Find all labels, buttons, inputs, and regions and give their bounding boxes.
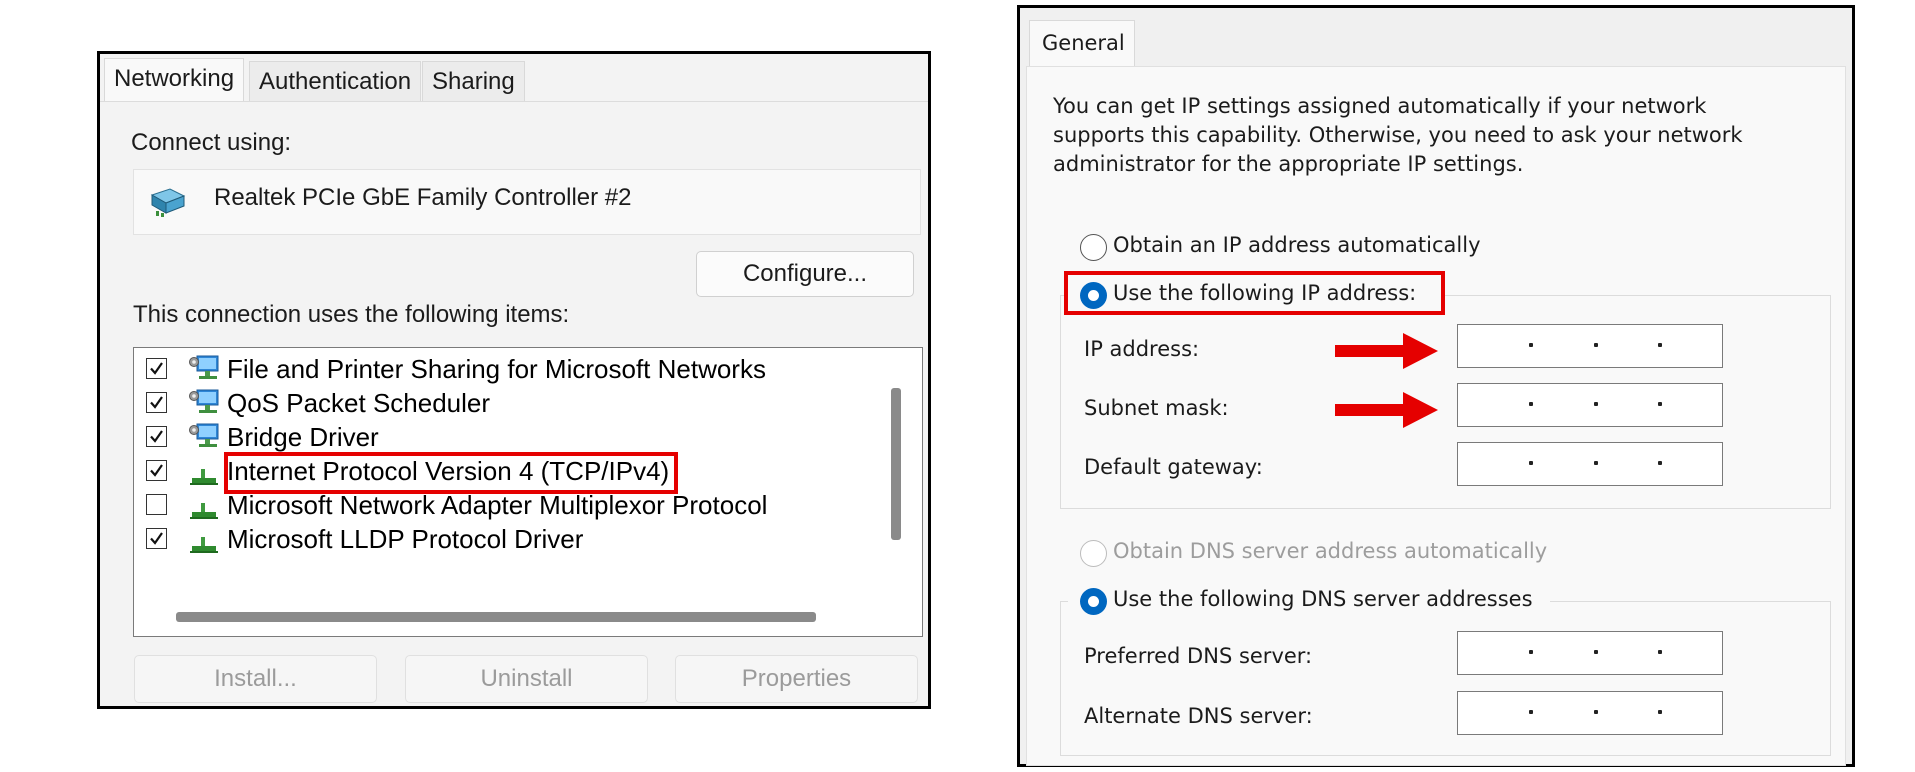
default-gateway-label: Default gateway: [1084, 455, 1263, 479]
item-label: Microsoft LLDP Protocol Driver [227, 524, 584, 554]
properties-button[interactable]: Properties [675, 655, 918, 703]
use-following-dns-label[interactable]: Use the following DNS server addresses [1113, 587, 1533, 611]
check-icon [150, 464, 163, 477]
subnet-mask-label: Subnet mask: [1084, 396, 1229, 420]
ip-address-label: IP address: [1084, 337, 1200, 361]
ipv4-highlight-box [224, 452, 678, 494]
connection-properties-dialog: Networking Authentication Sharing Connec… [97, 51, 931, 709]
list-item[interactable]: Bridge Driver [134, 419, 834, 455]
list-item[interactable]: QoS Packet Scheduler [134, 385, 834, 421]
subnet-mask-input[interactable] [1457, 383, 1723, 427]
list-item[interactable]: File and Printer Sharing for Microsoft N… [134, 351, 834, 387]
vertical-scrollbar[interactable] [891, 388, 901, 540]
item-checkbox[interactable] [146, 460, 167, 481]
red-arrow-icon [1335, 392, 1438, 428]
alternate-dns-input[interactable] [1457, 691, 1723, 735]
adapter-field: Realtek PCIe GbE Family Controller #2 [133, 169, 921, 235]
check-icon [150, 362, 163, 375]
items-list[interactable]: File and Printer Sharing for Microsoft N… [133, 347, 923, 637]
network-service-icon [189, 355, 219, 379]
connect-using-label: Connect using: [131, 129, 292, 156]
item-checkbox[interactable] [146, 494, 167, 515]
use-ip-highlight-box [1064, 271, 1445, 315]
check-icon [150, 532, 163, 545]
network-service-icon [189, 389, 219, 413]
tab-networking[interactable]: Networking [104, 58, 245, 102]
use-following-dns-radio[interactable] [1080, 588, 1107, 615]
obtain-dns-auto-label[interactable]: Obtain DNS server address automatically [1113, 539, 1547, 563]
network-service-icon [189, 423, 219, 447]
protocol-icon [190, 537, 218, 553]
description-line-2: supports this capability. Otherwise, you… [1053, 123, 1743, 147]
item-checkbox[interactable] [146, 426, 167, 447]
protocol-icon [190, 469, 218, 485]
tab-divider [100, 101, 928, 102]
horizontal-scrollbar[interactable] [176, 612, 816, 622]
item-checkbox[interactable] [146, 358, 167, 379]
preferred-dns-label: Preferred DNS server: [1084, 644, 1313, 668]
item-label: File and Printer Sharing for Microsoft N… [227, 354, 766, 384]
uninstall-button[interactable]: Uninstall [405, 655, 648, 703]
items-label: This connection uses the following items… [133, 301, 570, 328]
obtain-dns-auto-radio[interactable] [1080, 540, 1107, 567]
item-label: QoS Packet Scheduler [227, 388, 491, 418]
description-line-1: You can get IP settings assigned automat… [1053, 94, 1707, 118]
tab-sharing[interactable]: Sharing [422, 61, 525, 101]
preferred-dns-input[interactable] [1457, 631, 1723, 675]
protocol-icon [190, 503, 218, 519]
list-item[interactable]: Microsoft LLDP Protocol Driver [134, 521, 834, 557]
ip-address-input[interactable] [1457, 324, 1723, 368]
default-gateway-input[interactable] [1457, 442, 1723, 486]
network-adapter-icon [150, 188, 186, 217]
check-icon [150, 430, 163, 443]
alternate-dns-label: Alternate DNS server: [1084, 704, 1313, 728]
tab-authentication[interactable]: Authentication [249, 61, 422, 101]
obtain-ip-auto-label[interactable]: Obtain an IP address automatically [1113, 233, 1481, 257]
install-button[interactable]: Install... [134, 655, 377, 703]
configure-button[interactable]: Configure... [696, 251, 914, 297]
item-checkbox[interactable] [146, 528, 167, 549]
ipv4-properties-dialog: General You can get IP settings assigned… [1017, 5, 1855, 767]
description-line-3: administrator for the appropriate IP set… [1053, 152, 1524, 176]
tab-general[interactable]: General [1029, 20, 1135, 67]
item-label: Bridge Driver [227, 422, 379, 452]
adapter-name: Realtek PCIe GbE Family Controller #2 [214, 184, 632, 211]
obtain-ip-auto-radio[interactable] [1080, 234, 1107, 261]
check-icon [150, 396, 163, 409]
red-arrow-icon [1335, 333, 1438, 369]
item-checkbox[interactable] [146, 392, 167, 413]
